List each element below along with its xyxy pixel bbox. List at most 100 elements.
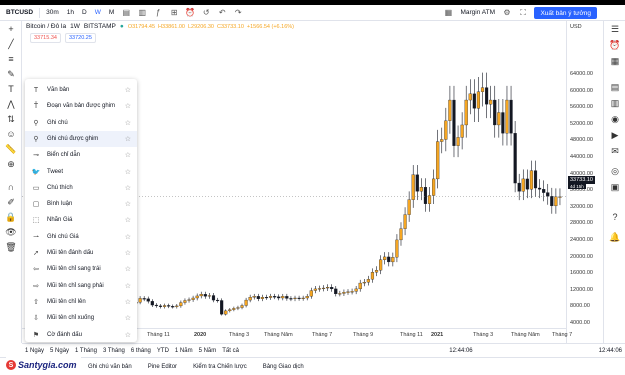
trash-icon[interactable]: 🗑 [5, 241, 17, 253]
streams-icon[interactable]: ▶ [609, 129, 621, 141]
fullscreen-icon[interactable]: ⛶ [517, 7, 529, 19]
smiley-icon[interactable]: ☺ [5, 128, 17, 140]
favorite-star-icon[interactable]: ☆ [125, 233, 131, 241]
redo-icon[interactable]: ↷ [232, 7, 244, 19]
eye-icon[interactable]: 👁 [5, 226, 17, 238]
notifications-icon[interactable]: ◎ [609, 165, 621, 177]
menu-item[interactable]: ➚ Mũi tên đánh dấu ☆ [25, 245, 137, 261]
favorite-star-icon[interactable]: ☆ [125, 298, 131, 306]
sell-price-button[interactable]: 33715.34 [30, 33, 61, 43]
data-window-icon[interactable]: ▦ [609, 55, 621, 67]
layout-name[interactable]: Margin ATM [456, 9, 499, 16]
menu-item[interactable]: 🐦 Tweet ☆ [25, 164, 137, 180]
menu-item[interactable]: ⊸ Biển chỉ dẫn ☆ [25, 147, 137, 163]
symbol-search[interactable]: BTCUSD [0, 9, 37, 16]
favorite-star-icon[interactable]: ☆ [125, 168, 131, 176]
bottom-tab[interactable]: Bảng Giao dịch [255, 364, 312, 370]
hotlist-icon[interactable]: ▤ [609, 81, 621, 93]
candle-body [493, 99, 497, 126]
menu-item[interactable]: Ť Đoạn văn bản được ghim ☆ [25, 98, 137, 114]
favorite-star-icon[interactable]: ☆ [125, 102, 131, 110]
watchlist-icon[interactable]: ☰ [609, 23, 621, 35]
undo-icon[interactable]: ↶ [216, 7, 228, 19]
order-panel-icon[interactable]: ▣ [609, 181, 621, 193]
favorite-star-icon[interactable]: ☆ [125, 282, 131, 290]
buy-price-button[interactable]: 33720.25 [64, 33, 96, 43]
favorite-star-icon[interactable]: ☆ [125, 151, 131, 159]
range-button[interactable]: 1 Ngày [22, 348, 47, 354]
chart-type-icon[interactable]: ▤ [120, 7, 132, 19]
favorite-star-icon[interactable]: ☆ [125, 119, 131, 127]
range-button[interactable]: 5 Ngày [47, 348, 72, 354]
range-button[interactable]: Tất cả [219, 348, 242, 354]
bell-icon[interactable]: 🔔 [609, 231, 621, 243]
range-button[interactable]: 1 Năm [172, 348, 196, 354]
menu-item[interactable]: T Văn bản ☆ [25, 82, 137, 98]
favorite-star-icon[interactable]: ☆ [125, 314, 131, 322]
range-button[interactable]: 6 tháng [128, 348, 154, 354]
settings-icon[interactable]: ⚙ [501, 7, 513, 19]
replay-icon[interactable]: ↺ [200, 7, 212, 19]
menu-item[interactable]: ⚲ Ghi chú được ghim ☆ [25, 130, 137, 147]
candle-body [289, 298, 293, 300]
candles-icon[interactable]: ▥ [136, 7, 148, 19]
menu-item[interactable]: ⇀ Ghi chú Giá ☆ [25, 229, 137, 245]
ideas-icon[interactable]: ◉ [609, 113, 621, 125]
menu-item-label: Mũi tên chỉ sang phải [47, 282, 104, 289]
prediction-icon[interactable]: ⇅ [5, 113, 17, 125]
candle-body [354, 288, 358, 292]
menu-item[interactable]: ⇩ Mũi tên chỉ xuống ☆ [25, 310, 137, 326]
range-button[interactable]: YTD [154, 348, 172, 354]
favorite-star-icon[interactable]: ☆ [125, 200, 131, 208]
menu-item[interactable]: ⬚ Nhãn Giá ☆ [25, 212, 137, 228]
interval-w[interactable]: W [91, 9, 105, 16]
menu-item[interactable]: ▭ Chú thích ☆ [25, 180, 137, 196]
alerts-icon[interactable]: ⏰ [609, 39, 621, 51]
menu-item[interactable]: ⚑ Cờ đánh dấu ☆ [25, 327, 137, 343]
crosshair-icon[interactable]: + [5, 23, 17, 35]
range-button[interactable]: 5 Năm [196, 348, 220, 354]
ohlc-high: H33861.00 [158, 23, 185, 30]
layout-icon[interactable]: ▦ [442, 7, 454, 19]
chat-icon[interactable]: ✉ [609, 145, 621, 157]
pattern-icon[interactable]: ⋀ [5, 98, 17, 110]
menu-item[interactable]: ⇦ Mũi tên chỉ sang trái ☆ [25, 261, 137, 277]
range-button[interactable]: 3 Tháng [100, 348, 128, 354]
bottom-tab[interactable]: Pine Editor [140, 364, 185, 370]
favorite-star-icon[interactable]: ☆ [125, 86, 131, 94]
favorite-star-icon[interactable]: ☆ [125, 216, 131, 224]
menu-item[interactable]: ⇧ Mũi tên chỉ lên ☆ [25, 294, 137, 310]
fib-icon[interactable]: ≡ [5, 53, 17, 65]
lock-draw-icon[interactable]: ✐ [5, 196, 17, 208]
indicators-icon[interactable]: ƒ [152, 7, 164, 19]
favorite-star-icon[interactable]: ☆ [125, 331, 131, 339]
favorite-star-icon[interactable]: ☆ [125, 249, 131, 257]
ruler-icon[interactable]: 📏 [5, 143, 17, 155]
compare-icon[interactable]: ⊞ [168, 7, 180, 19]
trendline-icon[interactable]: ╱ [5, 38, 17, 50]
bottom-tab[interactable]: Kiểm tra Chiến lược [185, 364, 255, 370]
calendar-icon[interactable]: ▥ [609, 97, 621, 109]
menu-item[interactable]: ⚲ Ghi chú ☆ [25, 115, 137, 131]
help-icon[interactable]: ? [609, 211, 621, 223]
alert-icon[interactable]: ⏰ [184, 7, 196, 19]
menu-item[interactable]: ⇨ Mũi tên chỉ sang phải ☆ [25, 278, 137, 294]
magnet-icon[interactable]: ∩ [5, 181, 17, 193]
zoom-icon[interactable]: ⊕ [5, 158, 17, 170]
favorite-star-icon[interactable]: ☆ [125, 265, 131, 273]
range-button[interactable]: 1 Tháng [72, 348, 100, 354]
interval-m[interactable]: M [105, 9, 118, 16]
time-axis-label: Tháng 3 [229, 332, 250, 338]
favorite-star-icon[interactable]: ☆ [125, 135, 131, 143]
text-tool-icon[interactable]: T [5, 83, 17, 95]
interval-d[interactable]: D [78, 9, 91, 16]
brush-icon[interactable]: ✎ [5, 68, 17, 80]
lock-icon[interactable]: 🔒 [5, 211, 17, 223]
menu-item[interactable]: ▢ Bình luận ☆ [25, 196, 137, 212]
price-axis[interactable]: USD 64000.00 60000.00 56000.00 52000.00 4800… [566, 21, 603, 343]
interval-1h[interactable]: 1h [63, 9, 78, 16]
interval-30m[interactable]: 30m [42, 9, 63, 16]
bottom-tab[interactable]: Ghi chú văn bản [80, 364, 140, 370]
publish-button[interactable]: Xuất bản ý tưởng [534, 7, 597, 19]
favorite-star-icon[interactable]: ☆ [125, 184, 131, 192]
